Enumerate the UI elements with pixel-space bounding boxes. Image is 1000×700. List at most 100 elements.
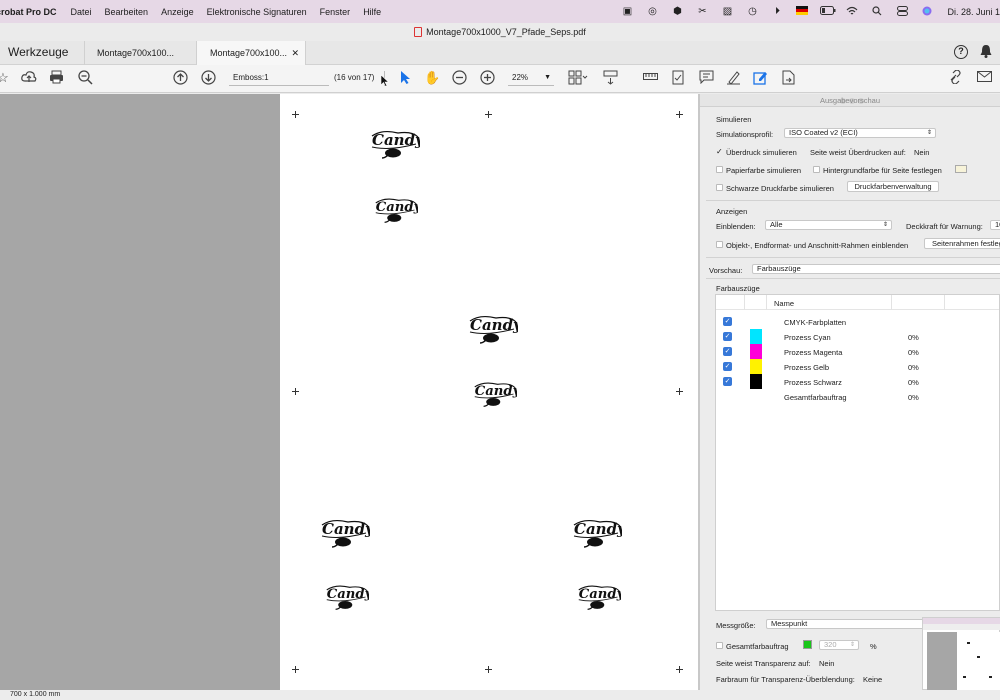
candy-logo: Candy [326,585,369,610]
druckfarbenverwaltung-button[interactable]: Druckfarbenverwaltung [847,181,939,192]
bell-icon[interactable] [980,44,992,61]
edit-pdf-icon[interactable] [752,70,768,86]
hintergrund-checkbox[interactable] [813,166,820,173]
previous-page-icon[interactable] [172,70,188,86]
export-pdf-icon[interactable] [780,70,796,86]
farbraum-value: Keine [863,675,883,684]
window-title-bar: Montage700x1000_V7_Pfade_Seps.pdf [0,23,1000,41]
papierfarbe-checkbox[interactable] [716,166,723,173]
help-icon[interactable]: ? [954,45,968,59]
deckkraft-input[interactable]: 10 [990,220,1000,230]
einblenden-label: Einblenden: [716,222,756,231]
menu-elektronische-signaturen[interactable]: Elektronische Signaturen [207,7,307,17]
menu-bearbeiten[interactable]: Bearbeiten [105,7,149,17]
play-icon[interactable]: ⏵ [770,6,784,18]
page-layout-icon[interactable] [568,70,588,86]
gesamtfarbauftrag-select[interactable]: 320 ⇕ [819,640,859,650]
page-number-input[interactable]: Emboss:1 [229,71,329,86]
time-machine-icon[interactable]: ◷ [745,6,759,18]
creative-cloud-icon[interactable]: ◎ [645,6,659,18]
ruler-icon[interactable] [642,70,658,86]
siri-icon[interactable] [920,6,934,18]
app-menu[interactable]: crobat Pro DC [0,7,57,17]
separation-row-magenta[interactable]: ✓ Prozess Magenta 0% [716,344,999,359]
screenshot-icon[interactable]: ▨ [720,6,734,18]
close-tab-icon[interactable]: ✕ [291,41,299,65]
einblenden-select[interactable]: Alle ⇕ [765,220,892,230]
separation-row-yellow[interactable]: ✓ Prozess Gelb 0% [716,359,999,374]
zoom-out-icon[interactable] [451,70,467,86]
candy-logo: Candy [371,130,420,159]
tab-document-2[interactable]: Montage700x100... ✕ [196,41,306,65]
registration-mark [292,111,299,118]
simulationsprofil-label: Simulationsprofil: [716,130,774,139]
column-divider [744,295,745,310]
wifi-icon[interactable] [845,6,859,18]
registration-mark [676,388,683,395]
zoom-in-icon[interactable] [479,70,495,86]
highlight-pen-icon[interactable] [725,70,741,86]
magenta-checkbox[interactable]: ✓ [723,347,732,356]
menu-anzeige[interactable]: Anzeige [161,7,194,17]
print-icon[interactable] [48,70,64,86]
link-icon[interactable] [948,69,964,86]
tab-werkzeuge[interactable]: Werkzeuge [8,45,68,59]
mail-icon[interactable] [976,70,992,86]
vorschau-value: Farbauszüge [757,264,801,273]
menu-hilfe[interactable]: Hilfe [363,7,381,17]
select-arrow-icon[interactable] [397,70,413,86]
page-count: (16 von 17) [334,73,375,82]
rahmen-checkbox[interactable] [716,241,723,248]
vorschau-label: Vorschau: [709,266,743,275]
separation-name: Prozess Magenta [784,348,843,357]
upload-cloud-icon[interactable] [21,70,37,86]
background-color-swatch[interactable] [955,165,967,173]
comment-icon[interactable] [698,70,714,86]
ueberdruck-checkbox[interactable]: ✓ [716,148,723,156]
pdf-page[interactable]: Candy Candy Candy Candy Candy Candy Cand… [280,94,698,690]
vorschau-select[interactable]: Farbauszüge [752,264,1000,274]
candy-logo: Candy [474,382,517,407]
anzeigen-heading: Anzeigen [716,207,748,216]
cyan-checkbox[interactable]: ✓ [723,332,732,341]
gesamtfarbauftrag-label: Gesamtfarbauftrag [726,642,789,651]
cube-icon[interactable]: ⬢ [670,6,684,18]
mouse-cursor-icon [377,74,393,91]
black-checkbox[interactable]: ✓ [723,377,732,386]
gesamtfarbauftrag-checkbox[interactable] [716,642,723,649]
scissors-icon[interactable]: ✂ [695,6,709,18]
column-divider [891,295,892,310]
yellow-checkbox[interactable]: ✓ [723,362,732,371]
control-center-icon[interactable] [895,5,909,18]
einblenden-value: Alle [770,220,783,229]
gesamtfarbauftrag-value: 320 [824,640,837,649]
name-column-header[interactable]: Name [774,299,794,308]
form-check-icon[interactable] [670,70,686,86]
screenshot-thumbnail[interactable] [922,617,1000,690]
messgroesse-select[interactable]: Messpunkt [766,619,926,629]
schwarze-checkbox[interactable] [716,184,723,191]
bbedit-icon[interactable]: ▣ [620,6,634,18]
warning-color-swatch[interactable] [803,640,812,649]
zoom-out-search-icon[interactable] [77,70,93,86]
separation-row-cmyk[interactable]: ✓ CMYK-Farbplatten [716,314,999,329]
german-flag-icon[interactable] [795,5,809,18]
menu-fenster[interactable]: Fenster [320,7,351,17]
document-background [0,94,280,690]
separation-row-total[interactable]: Gesamtfarbauftrag 0% [716,389,999,404]
star-icon[interactable]: ☆ [0,70,11,86]
separation-row-cyan[interactable]: ✓ Prozess Cyan 0% [716,329,999,344]
next-page-icon[interactable] [200,70,216,86]
search-icon[interactable] [870,5,884,18]
menu-datei[interactable]: Datei [71,7,92,17]
seitenrahmen-button[interactable]: Seitenrahmen festleg [924,238,1000,249]
menu-clock[interactable]: Di. 28. Juni 1 [947,7,1000,17]
simulationsprofil-select[interactable]: ISO Coated v2 (ECI) ⇕ [784,128,936,138]
battery-icon[interactable] [820,5,836,18]
tab-document-1[interactable]: Montage700x100... [84,41,194,65]
cmyk-checkbox[interactable]: ✓ [723,317,732,326]
separation-row-black[interactable]: ✓ Prozess Schwarz 0% [716,374,999,389]
scroll-mode-icon[interactable] [602,70,618,86]
zoom-select[interactable]: 22% ▼ [508,71,554,86]
hand-tool-icon[interactable]: ✋ [424,70,440,86]
